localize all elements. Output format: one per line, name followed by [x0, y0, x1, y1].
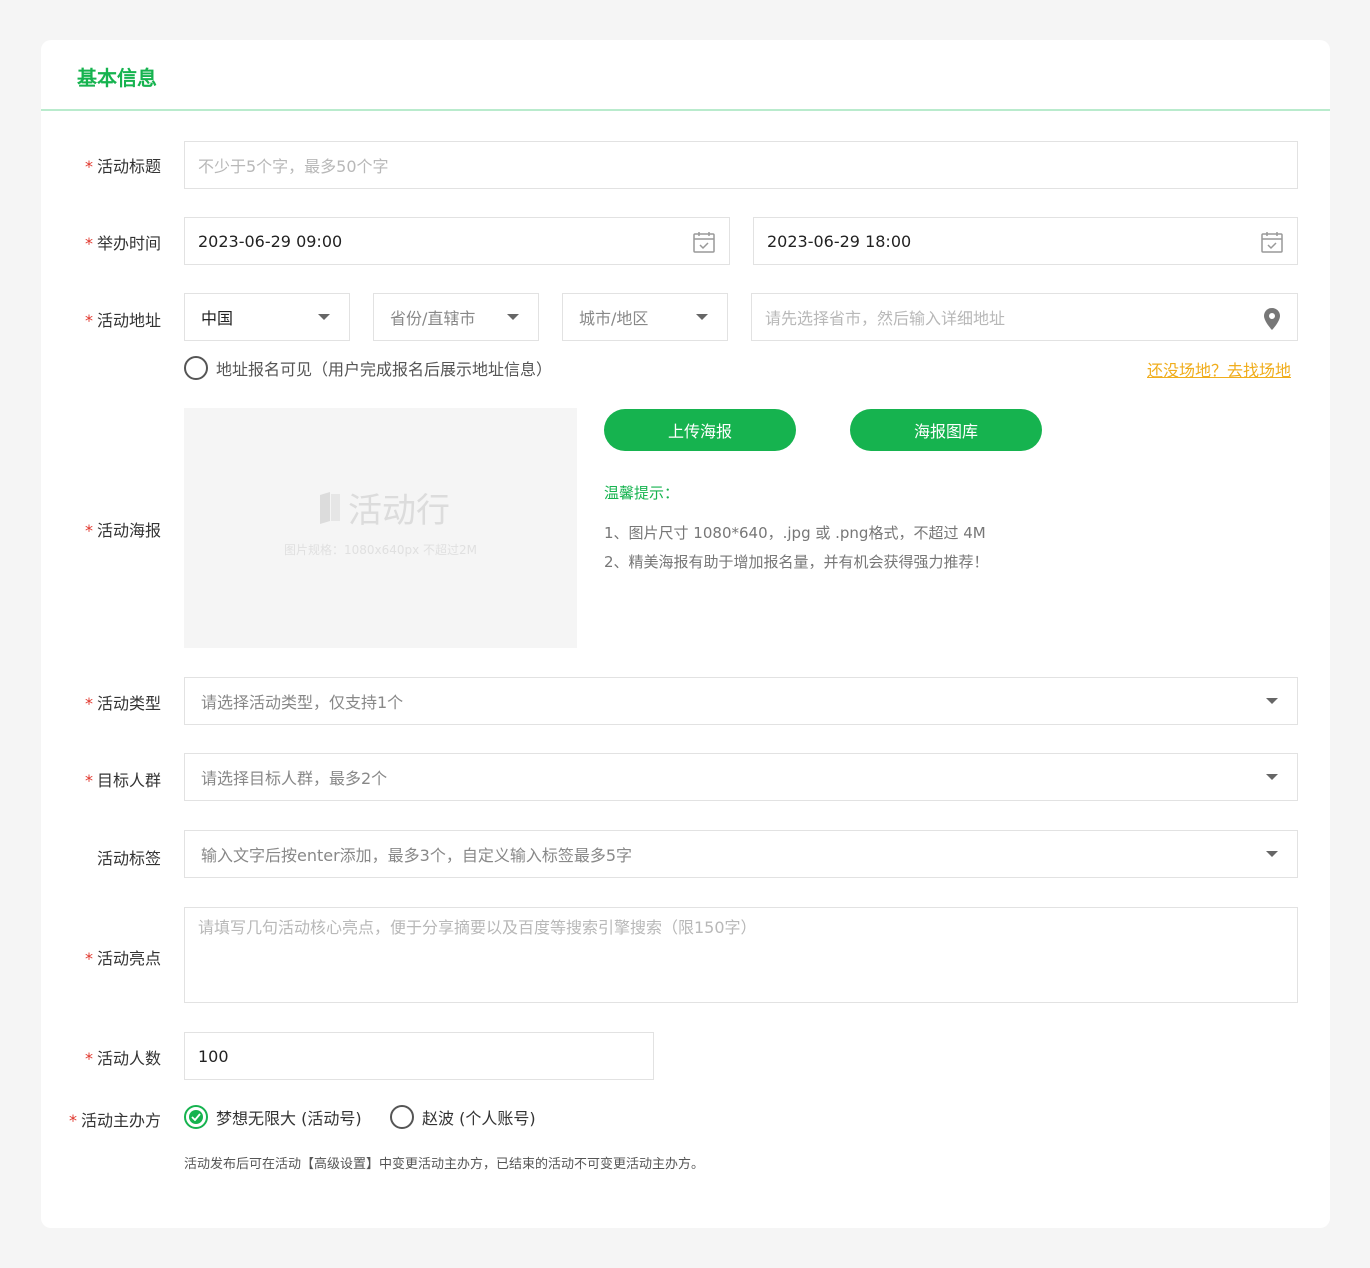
calendar-icon[interactable] — [1260, 230, 1284, 254]
country-select[interactable]: 中国 — [184, 293, 350, 341]
check-icon — [191, 1113, 201, 1121]
upload-poster-button[interactable]: 上传海报 — [604, 409, 796, 451]
organizer-option[interactable]: 梦想无限大 (活动号) — [184, 1105, 362, 1129]
capacity-value: 100 — [198, 1046, 229, 1066]
section-title: 基本信息 — [77, 66, 157, 90]
audience-select[interactable]: 请选择目标人群，最多2个 — [184, 753, 1298, 801]
tags-label: 活动标签 — [96, 849, 161, 868]
type-label: * 活动类型 — [84, 694, 161, 713]
audience-placeholder: 请选择目标人群，最多2个 — [201, 769, 388, 788]
chevron-down-icon — [318, 314, 330, 320]
address-visibility-label: 地址报名可见（用户完成报名后展示地址信息） — [216, 360, 553, 379]
title-input[interactable]: 不少于5个字，最多50个字 — [184, 141, 1298, 189]
highlight-label: * 活动亮点 — [84, 949, 161, 968]
book-logo-icon — [320, 491, 340, 524]
address-detail-input[interactable]: 请先选择省市，然后输入详细地址 — [751, 293, 1298, 341]
end-time-value: 2023-06-29 18:00 — [767, 231, 912, 251]
tip-item: 2、精美海报有助于增加报名量，并有机会获得强力推荐！ — [604, 553, 989, 571]
capacity-input[interactable]: 100 — [184, 1032, 654, 1080]
city-placeholder: 城市/地区 — [579, 309, 649, 328]
chevron-down-icon — [1266, 851, 1278, 857]
calendar-icon[interactable] — [692, 230, 716, 254]
basic-info-card: 基本信息 * 活动标题 不少于5个字，最多50个字 * 举办时间 2023-06-2… — [41, 40, 1330, 1228]
find-venue-link[interactable]: 还没场地？去找场地 — [1147, 357, 1291, 381]
time-label: * 举办时间 — [84, 234, 161, 253]
type-placeholder: 请选择活动类型，仅支持1个 — [201, 693, 404, 712]
type-select[interactable]: 请选择活动类型，仅支持1个 — [184, 677, 1298, 725]
poster-label: * 活动海报 — [84, 521, 161, 540]
address-detail-placeholder: 请先选择省市，然后输入详细地址 — [765, 309, 1006, 328]
address-label: * 活动地址 — [84, 311, 161, 330]
organizer-label: * 活动主办方 — [68, 1111, 161, 1130]
address-visibility-option[interactable]: 地址报名可见（用户完成报名后展示地址信息） — [184, 356, 552, 380]
organizer-option-label: 梦想无限大 (活动号) — [216, 1109, 362, 1128]
card-header: 基本信息 — [41, 40, 1330, 111]
highlight-textarea[interactable]: 请填写几句活动核心亮点，便于分享摘要以及百度等搜索引擎搜索（限150字） — [184, 907, 1298, 1003]
tip-item: 1、图片尺寸 1080*640，.jpg 或 .png格式，不超过 4M — [604, 524, 986, 542]
chevron-down-icon — [507, 314, 519, 320]
poster-spec-hint: 图片规格：1080x640px 不超过2M — [283, 543, 478, 557]
start-time-input[interactable]: 2023-06-29 09:00 — [184, 217, 730, 265]
province-select[interactable]: 省份/直辖市 — [373, 293, 539, 341]
end-time-input[interactable]: 2023-06-29 18:00 — [753, 217, 1298, 265]
title-placeholder: 不少于5个字，最多50个字 — [198, 157, 389, 176]
audience-label: * 目标人群 — [84, 771, 161, 790]
capacity-label: * 活动人数 — [84, 1049, 161, 1068]
organizer-radio[interactable] — [390, 1105, 414, 1129]
address-visibility-radio[interactable] — [184, 356, 208, 380]
chevron-down-icon — [696, 314, 708, 320]
country-value: 中国 — [201, 309, 234, 328]
province-placeholder: 省份/直辖市 — [390, 309, 476, 328]
title-label: * 活动标题 — [84, 157, 161, 176]
chevron-down-icon — [1266, 774, 1278, 780]
tags-input[interactable]: 输入文字后按enter添加，最多3个，自定义输入标签最多5字 — [184, 830, 1298, 878]
organizer-option-label: 赵波 (个人账号) — [422, 1109, 536, 1128]
poster-gallery-button[interactable]: 海报图库 — [850, 409, 1042, 451]
tips-title: 温馨提示： — [604, 484, 680, 502]
poster-preview[interactable]: 活动行 图片规格：1080x640px 不超过2M — [184, 408, 577, 648]
city-select[interactable]: 城市/地区 — [562, 293, 728, 341]
organizer-radio-checked[interactable] — [184, 1105, 208, 1129]
tags-placeholder: 输入文字后按enter添加，最多3个，自定义输入标签最多5字 — [201, 846, 633, 865]
organizer-option[interactable]: 赵波 (个人账号) — [390, 1105, 536, 1129]
organizer-note: 活动发布后可在活动【高级设置】中变更活动主办方，已结束的活动不可变更活动主办方。 — [184, 1157, 705, 1172]
location-pin-icon[interactable] — [1263, 307, 1281, 331]
poster-watermark: 活动行 — [318, 483, 450, 532]
start-time-value: 2023-06-29 09:00 — [198, 231, 343, 251]
highlight-placeholder: 请填写几句活动核心亮点，便于分享摘要以及百度等搜索引擎搜索（限150字） — [198, 918, 757, 937]
chevron-down-icon — [1266, 698, 1278, 704]
